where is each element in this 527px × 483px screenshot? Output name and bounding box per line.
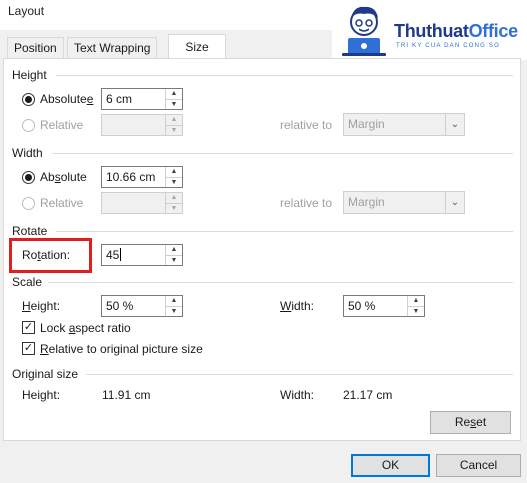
height-relative-spinner[interactable]: ▲ ▼ (101, 114, 183, 136)
tab-size[interactable]: Size (168, 34, 226, 61)
lock-aspect-ratio-checkbox[interactable]: ✓ (22, 321, 35, 334)
lock-aspect-ratio-label: Lock aspect ratio (40, 321, 131, 335)
width-absolute-value: 10.66 cm (106, 170, 156, 184)
spin-down-icon[interactable]: ▼ (166, 203, 182, 213)
brand-name: ThuthuatOffice (394, 21, 518, 41)
spin-down-icon[interactable]: ▼ (166, 125, 182, 135)
rotation-label: Rotation: (22, 248, 71, 262)
original-height-label: Height: (22, 388, 61, 402)
height-absolute-label: Absolutee (40, 92, 94, 106)
original-size-section-title: Original size (12, 367, 79, 381)
brand-tagline: TRI KY CUA DAN CONG SO (396, 43, 500, 49)
width-section-title: Width (12, 146, 43, 160)
rotate-section-title: Rotate (12, 224, 48, 238)
original-height-value: 11.91 cm (102, 388, 151, 402)
ok-button[interactable]: OK (351, 454, 430, 477)
scale-section-title: Scale (12, 275, 43, 289)
spin-down-icon[interactable]: ▼ (166, 255, 182, 265)
reset-button[interactable]: Reset (430, 411, 511, 434)
width-relative-spinner[interactable]: ▲ ▼ (101, 192, 183, 214)
width-relative-to-value: Margin (348, 195, 385, 209)
mascot-icon (342, 6, 386, 56)
scale-width-label: Width: (280, 299, 315, 313)
spin-up-icon[interactable]: ▲ (166, 193, 182, 203)
spin-down-icon[interactable]: ▼ (166, 99, 182, 109)
width-relative-radio[interactable] (22, 197, 35, 210)
divider (56, 75, 513, 76)
spin-down-icon[interactable]: ▼ (408, 306, 424, 316)
dialog-title: Layout (8, 4, 45, 18)
height-relative-to-label: relative to (280, 118, 333, 132)
checkmark-icon: ✓ (23, 321, 34, 333)
height-absolute-spinner[interactable]: 6 cm ▲ ▼ (101, 88, 183, 110)
spin-up-icon[interactable]: ▲ (408, 296, 424, 306)
text-cursor (120, 248, 121, 261)
original-width-value: 21.17 cm (343, 388, 393, 402)
chevron-down-icon: ⌄ (445, 114, 464, 135)
relative-to-original-label: Relative to original picture size (40, 342, 203, 356)
rotation-value: 45 (106, 248, 120, 262)
scale-height-value: 50 % (106, 299, 134, 313)
scale-width-spinner[interactable]: 50 % ▲ ▼ (343, 295, 425, 317)
height-section-title: Height (12, 68, 47, 82)
width-relative-to-select[interactable]: Margin ⌄ (343, 191, 465, 214)
spin-up-icon[interactable]: ▲ (166, 296, 182, 306)
width-relative-label: Relative (40, 196, 84, 210)
width-absolute-label: Absolute (40, 170, 87, 184)
scale-height-label: Height: (22, 299, 61, 313)
spin-down-icon[interactable]: ▼ (166, 306, 182, 316)
divider (86, 374, 513, 375)
watermark-logo: ThuthuatOffice TRI KY CUA DAN CONG SO (332, 0, 527, 60)
height-relative-to-value: Margin (348, 117, 385, 131)
divider (48, 282, 513, 283)
chevron-down-icon: ⌄ (445, 192, 464, 213)
height-relative-label: Relative (40, 118, 84, 132)
spin-up-icon[interactable]: ▲ (166, 167, 182, 177)
rotation-spinner[interactable]: 45 ▲ ▼ (101, 244, 183, 266)
height-absolute-value: 6 cm (106, 92, 133, 106)
relative-to-original-checkbox[interactable]: ✓ (22, 342, 35, 355)
spin-up-icon[interactable]: ▲ (166, 89, 182, 99)
height-relative-radio[interactable] (22, 119, 35, 132)
tab-text-wrapping[interactable]: Text Wrapping (67, 37, 158, 59)
spin-up-icon[interactable]: ▲ (166, 115, 182, 125)
height-relative-to-select[interactable]: Margin ⌄ (343, 113, 465, 136)
divider (52, 153, 513, 154)
spin-down-icon[interactable]: ▼ (166, 177, 182, 187)
checkmark-icon: ✓ (23, 342, 34, 354)
original-width-label: Width: (280, 388, 315, 402)
tab-position[interactable]: Position (7, 37, 64, 59)
scale-width-value: 50 % (348, 299, 376, 313)
width-absolute-spinner[interactable]: 10.66 cm ▲ ▼ (101, 166, 183, 188)
divider (56, 231, 513, 232)
spin-up-icon[interactable]: ▲ (166, 245, 182, 255)
scale-height-spinner[interactable]: 50 % ▲ ▼ (101, 295, 183, 317)
width-absolute-radio[interactable] (22, 171, 35, 184)
width-relative-to-label: relative to (280, 196, 333, 210)
height-absolute-radio[interactable] (22, 93, 35, 106)
cancel-button[interactable]: Cancel (436, 454, 521, 477)
